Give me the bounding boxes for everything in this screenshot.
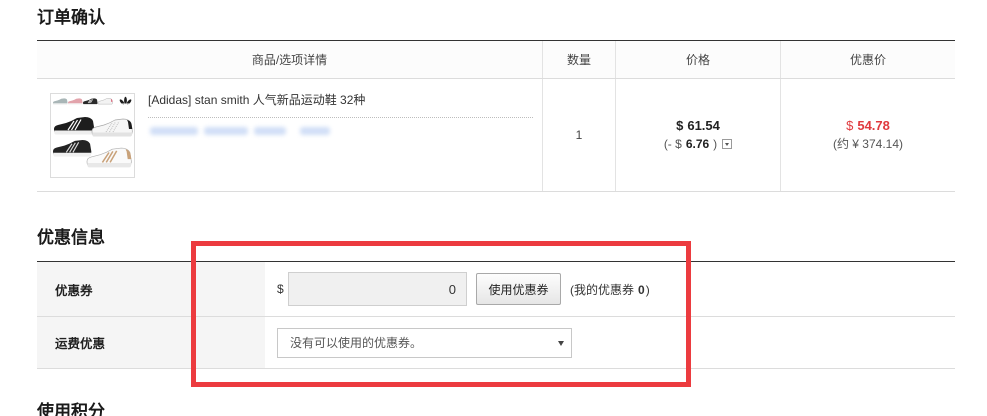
product-divider (148, 117, 533, 118)
points-section-title-wrapper: 使用积分 (37, 400, 157, 416)
discount-section-title: 优惠信息 (37, 228, 105, 247)
order-table-header: 商品/选项详情 数量 价格 优惠价 (37, 41, 955, 79)
discount-suffix: ) (713, 137, 718, 151)
shipping-discount-label: 运费优惠 (37, 317, 265, 368)
coupon-label: 优惠券 (37, 262, 265, 316)
blurred-option-text (150, 127, 198, 135)
discount-value: 6.76 (685, 137, 710, 151)
product-thumbnail[interactable] (50, 93, 135, 178)
quantity-cell: 1 (542, 79, 615, 191)
product-image (51, 94, 134, 177)
my-coupons-count[interactable]: (我的优惠券 0) (570, 281, 650, 298)
price-discount: (- $ 6.76 ) (663, 135, 733, 153)
price: $ 61.54 (676, 117, 720, 135)
shipping-discount-content: 没有可以使用的优惠券。 (265, 317, 955, 368)
price-cell: $ 61.54 (- $ 6.76 ) (615, 79, 780, 191)
points-section-title: 使用积分 (37, 402, 105, 416)
sale-price-value: 54.78 (857, 118, 890, 133)
my-coupons-suffix: ) (645, 282, 650, 297)
sale-price-currency: $ (846, 118, 854, 133)
header-price: 价格 (615, 41, 780, 78)
apply-coupon-button[interactable]: 使用优惠券 (476, 273, 561, 305)
sale-price: $ 54.78 (846, 117, 890, 135)
my-coupons-prefix: (我的优惠券 (570, 282, 634, 297)
header-quantity: 数量 (542, 41, 615, 78)
header-product-details: 商品/选项详情 (251, 53, 328, 67)
header-sale-price: 优惠价 (780, 41, 955, 78)
shipping-coupon-selected: 没有可以使用的优惠券。 (290, 336, 423, 350)
my-coupons-number: 0 (638, 282, 645, 297)
product-name-link[interactable]: [Adidas] stan smith 人气新品运动鞋 32种 (148, 92, 533, 108)
product-options-blurred (150, 124, 350, 138)
coupon-amount-input[interactable] (288, 272, 467, 306)
chevron-down-icon (558, 340, 564, 346)
price-value: 61.54 (687, 118, 720, 133)
blurred-option-text (254, 127, 286, 135)
blurred-option-text (300, 127, 330, 135)
table-row: [Adidas] stan smith 人气新品运动鞋 32种 1 $ 61.5… (37, 79, 955, 192)
quantity-value: 1 (575, 128, 583, 142)
order-table: 商品/选项详情 数量 价格 优惠价 [Adidas] stan smith 人气… (37, 40, 955, 192)
caret-down-icon[interactable] (722, 139, 733, 149)
discount-table: 优惠券 $ 使用优惠券 (我的优惠券 0) 运费优惠 没有可以使用的优惠券。 (37, 261, 955, 369)
shipping-coupon-select[interactable]: 没有可以使用的优惠券。 (277, 327, 572, 358)
product-cell: [Adidas] stan smith 人气新品运动鞋 32种 (37, 79, 542, 191)
coupon-content: $ 使用优惠券 (我的优惠券 0) (265, 262, 955, 316)
price-currency: $ (676, 118, 684, 133)
sale-price-cell: $ 54.78 (约 ¥ 374.14) (780, 79, 955, 191)
discount-prefix: (- $ (663, 137, 682, 151)
page-title: 订单确认 (37, 8, 105, 27)
sale-price-cny: (约 ¥ 374.14) (832, 137, 904, 151)
coupon-currency: $ (277, 282, 284, 296)
blurred-option-text (204, 127, 248, 135)
shipping-discount-row: 运费优惠 没有可以使用的优惠券。 (37, 317, 955, 369)
coupon-row: 优惠券 $ 使用优惠券 (我的优惠券 0) (37, 262, 955, 317)
